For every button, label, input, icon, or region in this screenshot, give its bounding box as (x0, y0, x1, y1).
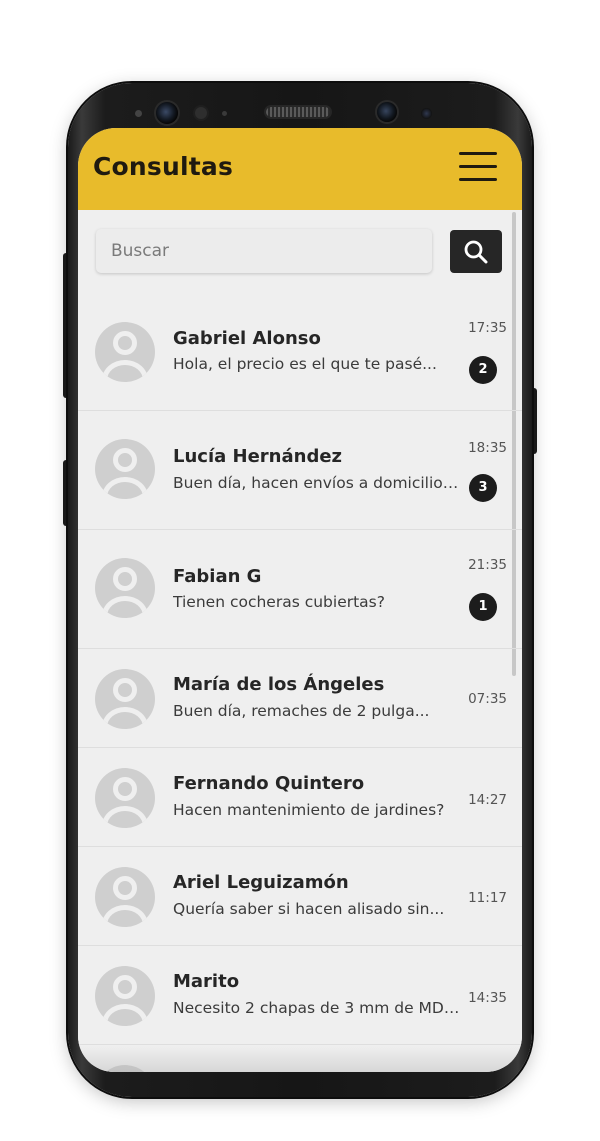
message-preview: Tienen cocheras cubiertas? (173, 593, 385, 611)
message-time: 17:35 (468, 320, 507, 336)
avatar (95, 558, 155, 618)
message-time: 14:27 (468, 792, 507, 808)
message-time: 07:35 (468, 691, 507, 707)
message-preview: Quería saber si hacen alisado sin... (173, 900, 445, 918)
app-header: Consultas (78, 128, 522, 210)
contact-name: Ariel Leguizamón (173, 872, 349, 893)
list-item[interactable]: Marito Necesito 2 chapas de 3 mm de MDF.… (78, 946, 522, 1045)
message-time: 14:35 (468, 990, 507, 1006)
front-camera (377, 102, 397, 122)
contact-name: Lucía Hernández (173, 446, 343, 467)
page-title: Consultas (93, 152, 234, 181)
earpiece-speaker (266, 107, 330, 117)
unread-badge: 2 (469, 356, 497, 384)
list-item[interactable]: Fabian G Tienen cocheras cubiertas? 21:3… (78, 530, 522, 649)
contact-name: Fabian G (173, 566, 262, 587)
list-item[interactable]: Gabriel Alonso Hola, el precio es el que… (78, 300, 522, 411)
search-icon (464, 240, 488, 264)
contact-name: Gabriel Alonso (173, 328, 321, 349)
proximity-sensor (135, 110, 142, 117)
list-item[interactable]: María de los Ángeles Buen día, remaches … (78, 649, 522, 748)
avatar (95, 439, 155, 499)
message-preview: Buen día, hacen envíos a domicilio?... (173, 474, 463, 492)
message-preview: Buen día, remaches de 2 pulga... (173, 702, 430, 720)
avatar (95, 669, 155, 729)
light-sensor (222, 111, 227, 116)
search-input[interactable] (96, 229, 432, 273)
avatar (95, 966, 155, 1026)
iris-sensor (195, 107, 207, 119)
message-time: 18:35 (468, 440, 507, 456)
message-preview: Hola, el precio es el que te pasé... (173, 355, 437, 373)
contact-name: María de los Ángeles (173, 674, 385, 695)
contact-name: Marito (173, 971, 240, 992)
hamburger-icon[interactable] (459, 150, 497, 184)
contact-name: Fernando Quintero (173, 773, 365, 794)
message-time: 11:17 (468, 890, 507, 906)
iris-camera (156, 102, 178, 124)
search-button[interactable] (450, 230, 502, 273)
bottom-fade (78, 1046, 522, 1072)
message-time: 21:35 (468, 557, 507, 573)
avatar (95, 322, 155, 382)
phone-screen: Consultas Gabriel Alonso Hola, el precio… (78, 128, 522, 1072)
list-item[interactable]: Ariel Leguizamón Quería saber si hacen a… (78, 847, 522, 946)
avatar (95, 768, 155, 828)
unread-badge: 1 (469, 593, 497, 621)
flash-sensor (421, 108, 432, 119)
avatar (95, 867, 155, 927)
message-preview: Hacen mantenimiento de jardines? (173, 801, 445, 819)
list-item[interactable]: Lucía Hernández Buen día, hacen envíos a… (78, 411, 522, 530)
list-item[interactable]: Fernando Quintero Hacen mantenimiento de… (78, 748, 522, 847)
conversation-list-panel: Gabriel Alonso Hola, el precio es el que… (78, 210, 522, 1072)
message-preview: Necesito 2 chapas de 3 mm de MDF... (173, 999, 463, 1017)
unread-badge: 3 (469, 474, 497, 502)
